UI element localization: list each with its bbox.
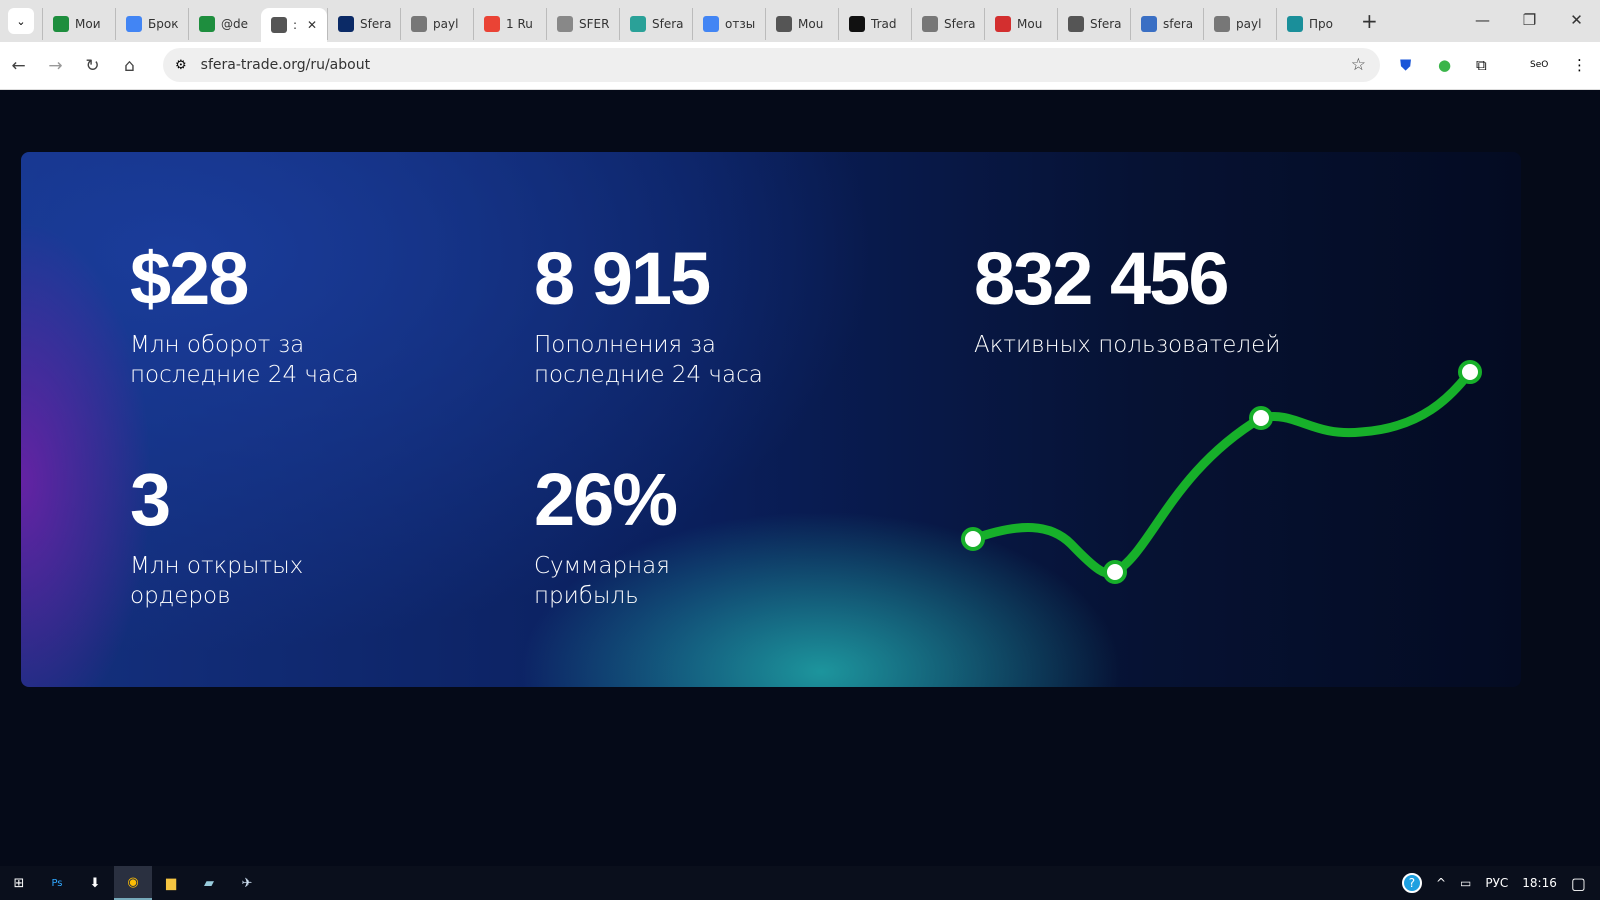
browser-tab[interactable]: : ✕ (261, 8, 327, 42)
extensions-puzzle-icon[interactable]: ⧉ (1476, 56, 1487, 74)
tab-title: Мои (75, 17, 101, 31)
minimize-button[interactable]: — (1459, 0, 1506, 40)
tab-favicon-icon (1141, 16, 1157, 32)
taskbar: ⊞ Ps ⬇ ◉ ▆ ▰ ✈ ? ^ ▭ РУС 18:16 ▢ (0, 866, 1600, 900)
battery-icon[interactable]: ▭ (1460, 876, 1471, 890)
growth-line-graphic (961, 360, 1482, 584)
browser-tab[interactable]: Sfera (327, 8, 400, 40)
tab-favicon-icon (271, 17, 287, 33)
tab-title: Sfera (652, 17, 684, 31)
line-point (1458, 360, 1482, 384)
browser-tab[interactable]: payl (1203, 8, 1276, 40)
tab-title: payl (1236, 17, 1262, 31)
notes-taskbar-icon[interactable]: ▰ (190, 866, 228, 900)
tab-title: payl (433, 17, 459, 31)
tab-favicon-icon (849, 16, 865, 32)
forward-button[interactable]: → (37, 56, 74, 76)
browser-toolbar: ← → ↻ ⌂ ⚙ sfera-trade.org/ru/about ☆ ⛊ ●… (0, 42, 1600, 90)
help-icon[interactable]: ? (1401, 873, 1422, 893)
tab-title: @de (221, 17, 248, 31)
tab-close-icon[interactable]: ✕ (307, 18, 317, 32)
clock[interactable]: 18:16 (1522, 876, 1557, 890)
browser-tab[interactable]: SFER (546, 8, 619, 40)
tab-favicon-icon (126, 16, 142, 32)
tab-favicon-icon (338, 16, 354, 32)
browser-tab[interactable]: отзы (692, 8, 765, 40)
tab-favicon-icon (1287, 16, 1303, 32)
stats-card: $28 Млн оборот за последние 24 часа 8 91… (21, 152, 1521, 687)
tab-favicon-icon (557, 16, 573, 32)
browser-tab[interactable]: @de (188, 8, 261, 40)
tab-favicon-icon (1068, 16, 1084, 32)
shield-extension-icon[interactable]: ⛊ (1400, 56, 1411, 74)
url-text[interactable]: sfera-trade.org/ru/about (201, 57, 370, 73)
growth-line (968, 367, 1475, 578)
tab-favicon-icon (411, 16, 427, 32)
browser-tab[interactable]: Sfera (619, 8, 692, 40)
photoshop-taskbar-icon[interactable]: Ps (38, 866, 76, 900)
tab-title: Про (1309, 17, 1333, 31)
green-extension-icon[interactable]: ● (1438, 56, 1451, 74)
browser-tab[interactable]: Про (1276, 8, 1349, 40)
tab-title: 1 Ru (506, 17, 533, 31)
tab-title: sfera (1163, 17, 1194, 31)
browser-tab[interactable]: payl (400, 8, 473, 40)
browser-tab[interactable]: Мои (42, 8, 115, 40)
app-taskbar-icon[interactable]: ⬇ (76, 866, 114, 900)
tab-favicon-icon (922, 16, 938, 32)
tab-title: : (293, 18, 298, 32)
new-tab-button[interactable]: + (1361, 9, 1378, 33)
chrome-taskbar-icon[interactable]: ◉ (114, 866, 152, 900)
tab-bar: ⌄ Мои Брок @de: ✕ Sfera payl 1 Ru SFER Sfera отзы… (0, 0, 1600, 42)
tab-title: Mou (1017, 17, 1043, 31)
line-point (1103, 560, 1127, 584)
tab-title: Брок (148, 17, 179, 31)
browser-tab[interactable]: Trad (838, 8, 911, 40)
language-indicator[interactable]: РУС (1485, 876, 1508, 890)
site-info-icon[interactable]: ⚙ (175, 58, 187, 73)
tab-favicon-icon (630, 16, 646, 32)
tab-title: Sfera (360, 17, 392, 31)
tab-favicon-icon (484, 16, 500, 32)
back-button[interactable]: ← (0, 56, 37, 76)
reload-button[interactable]: ↻ (74, 56, 111, 76)
address-bar[interactable]: ⚙ sfera-trade.org/ru/about ☆ (163, 48, 1380, 82)
tray-expand-icon[interactable]: ^ (1436, 876, 1446, 890)
browser-tab[interactable]: Sfera (1057, 8, 1130, 40)
bookmark-star-icon[interactable]: ☆ (1351, 55, 1366, 75)
close-window-button[interactable]: ✕ (1553, 0, 1600, 40)
browser-tab[interactable]: Брок (115, 8, 188, 40)
profile-icon[interactable]: SeO (1530, 60, 1548, 70)
tab-title: Sfera (944, 17, 976, 31)
home-button[interactable]: ⌂ (111, 56, 148, 76)
menu-kebab-icon[interactable]: ⋮ (1572, 56, 1587, 74)
tab-title: Trad (871, 17, 897, 31)
app2-taskbar-icon[interactable]: ✈ (228, 866, 266, 900)
tab-favicon-icon (703, 16, 719, 32)
tab-title: отзы (725, 17, 756, 31)
tab-favicon-icon (1214, 16, 1230, 32)
start-button[interactable]: ⊞ (0, 866, 38, 900)
tab-title: Sfera (1090, 17, 1122, 31)
tab-title: SFER (579, 17, 610, 31)
browser-tab[interactable]: sfera (1130, 8, 1203, 40)
browser-tab[interactable]: 1 Ru (473, 8, 546, 40)
line-point (961, 527, 985, 551)
tab-title: Mou (798, 17, 824, 31)
tab-favicon-icon (199, 16, 215, 32)
browser-tab[interactable]: Mou (765, 8, 838, 40)
tab-search-button[interactable]: ⌄ (8, 8, 34, 34)
tab-favicon-icon (53, 16, 69, 32)
tab-favicon-icon (995, 16, 1011, 32)
browser-tab[interactable]: Mou (984, 8, 1057, 40)
tab-favicon-icon (776, 16, 792, 32)
file-explorer-taskbar-icon[interactable]: ▆ (152, 866, 190, 900)
restore-button[interactable]: ❐ (1506, 0, 1553, 40)
browser-tab[interactable]: Sfera (911, 8, 984, 40)
line-point (1249, 406, 1273, 430)
notifications-icon[interactable]: ▢ (1571, 874, 1586, 893)
